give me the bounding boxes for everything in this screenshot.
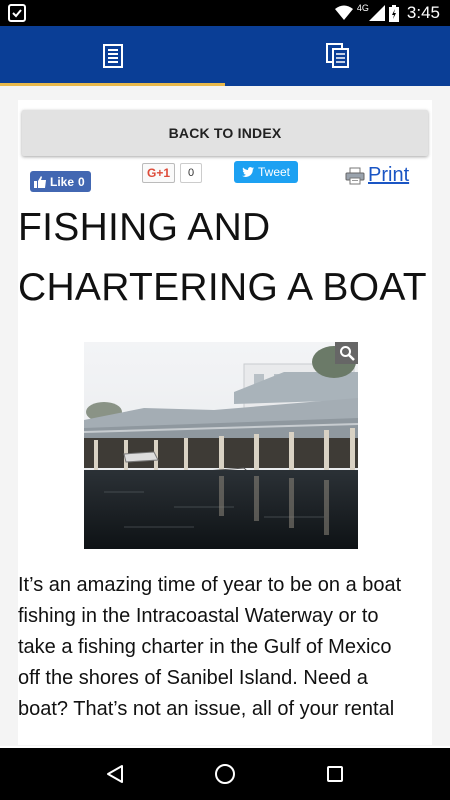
back-nav-button[interactable]: [95, 754, 135, 794]
wifi-icon: [334, 5, 353, 20]
article-title-line-1: FISHING AND: [18, 206, 271, 249]
network-type: 4G: [356, 3, 369, 13]
signal-icon: [368, 5, 385, 21]
magnifier-icon: [339, 346, 355, 361]
tweet-label: Tweet: [258, 165, 291, 179]
status-bar: 4G 3:45: [0, 0, 450, 26]
article-body-line: boat? That’s not an issue, all of your r…: [18, 698, 395, 720]
tab-bar: [0, 26, 450, 86]
printer-icon: [345, 167, 365, 184]
tweet-button[interactable]: Tweet: [234, 161, 299, 183]
tab-article[interactable]: [0, 26, 225, 86]
back-to-index-button[interactable]: BACK TO INDEX: [22, 110, 428, 156]
pages-icon: [325, 43, 349, 68]
notification-icon: [8, 4, 26, 22]
boat-dock-illustration: [84, 342, 358, 549]
article-body: It’s an amazing time of year to be on a …: [18, 570, 432, 725]
article-body-line: off the shores of Sanibel Island. Need a: [18, 667, 368, 689]
tab-pages[interactable]: [225, 26, 450, 86]
article-body-line: fishing in the Intracoastal Waterway or …: [18, 605, 379, 627]
article-title-line-2: CHARTERING A BOAT: [18, 266, 427, 309]
system-nav-bar: [0, 748, 450, 800]
recents-square-icon: [327, 766, 343, 782]
print-link[interactable]: Print: [345, 164, 409, 187]
share-bar: Like 0 G+1 0 Tweet Print: [18, 160, 432, 194]
zoom-icon[interactable]: [335, 342, 358, 364]
gplus-count: 0: [180, 163, 203, 183]
recents-nav-button[interactable]: [315, 754, 355, 794]
facebook-like-count: 0: [78, 174, 85, 189]
boat-dock-photo[interactable]: [84, 342, 358, 549]
back-triangle-icon: [107, 765, 123, 783]
article-body-line: It’s an amazing time of year to be on a …: [18, 574, 402, 596]
home-nav-button[interactable]: [205, 754, 245, 794]
article-body-line: take a fishing charter in the Gulf of Me…: [18, 636, 392, 658]
gplus-widget: G+1 0: [142, 162, 203, 184]
clock: 3:45: [406, 3, 440, 22]
facebook-like-label: Like: [50, 174, 75, 189]
article-icon: [102, 44, 123, 68]
article-title: FISHING AND CHARTERING A BOAT: [18, 198, 432, 318]
battery-icon: [388, 4, 399, 22]
status-icons: 4G 3:45: [334, 0, 440, 26]
thumbs-up-icon: [34, 175, 46, 188]
print-label: Print: [368, 164, 410, 186]
facebook-like-button[interactable]: Like 0: [30, 171, 91, 192]
gplus-button[interactable]: G+1: [142, 163, 176, 183]
home-circle-icon: [215, 764, 235, 784]
twitter-bird-icon: [242, 167, 254, 177]
